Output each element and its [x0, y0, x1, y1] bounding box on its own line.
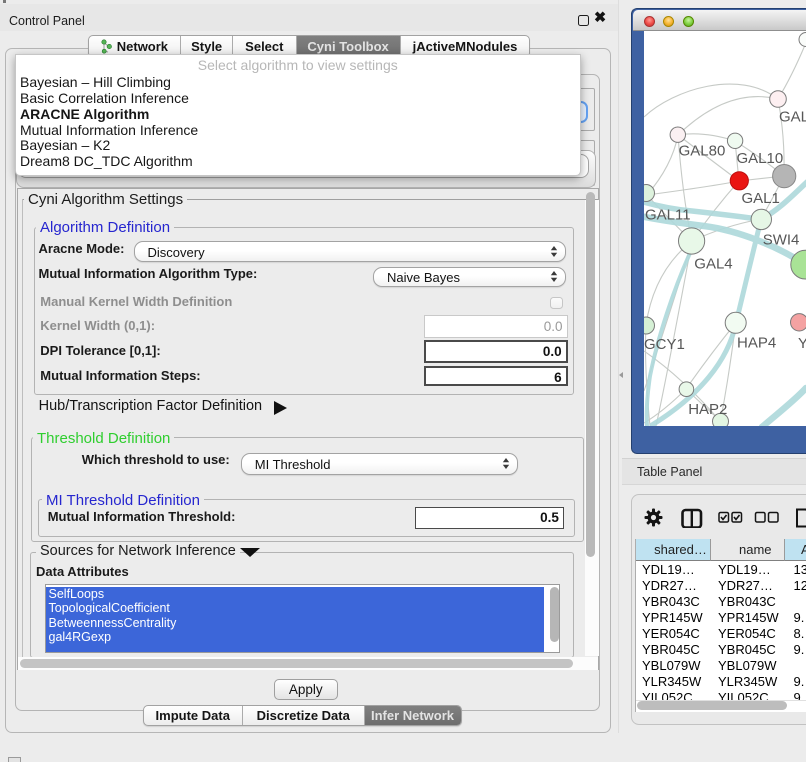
svg-text:GAL11: GAL11 — [645, 206, 691, 223]
svg-text:GAL1: GAL1 — [742, 190, 780, 207]
svg-text:GAL10: GAL10 — [737, 150, 784, 167]
svg-text:SWI4: SWI4 — [763, 231, 800, 248]
svg-text:GAL80: GAL80 — [679, 142, 726, 159]
svg-text:HAP2: HAP2 — [688, 401, 727, 418]
svg-text:HAP4: HAP4 — [737, 334, 776, 351]
svg-text:GAL2: GAL2 — [779, 108, 806, 125]
svg-text:GCY1: GCY1 — [644, 336, 685, 353]
svg-text:GAL4: GAL4 — [694, 255, 732, 272]
svg-text:Y: Y — [798, 335, 806, 352]
